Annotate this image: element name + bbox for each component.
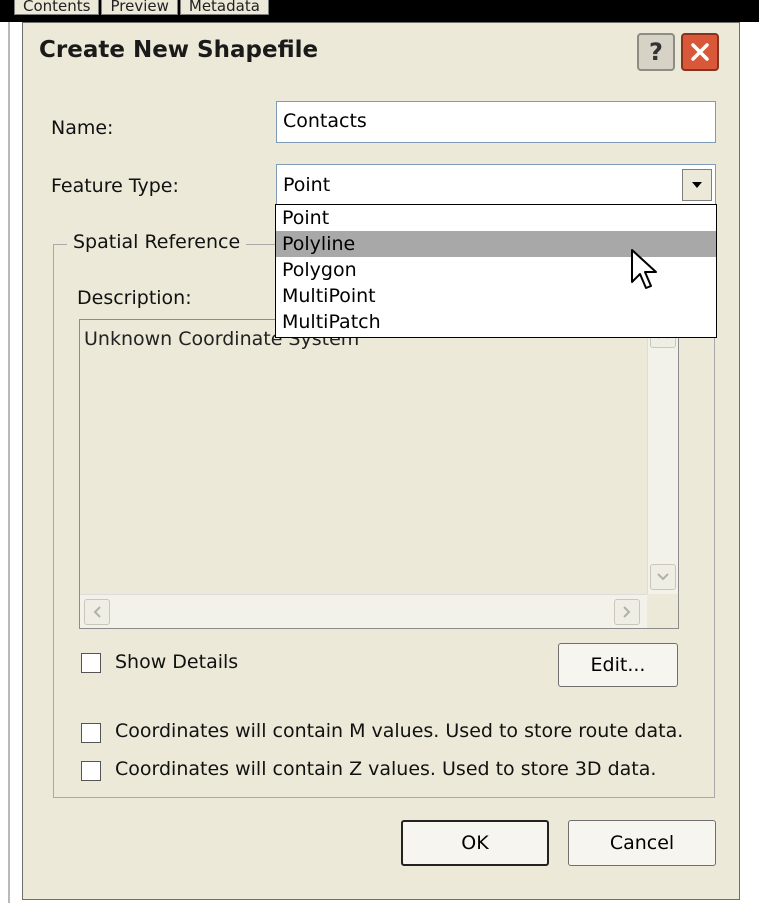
description-textbox[interactable]: Unknown Coordinate System	[79, 319, 679, 629]
z-values-label[interactable]: Coordinates will contain Z values. Used …	[115, 758, 656, 780]
scroll-right-button[interactable]	[614, 599, 640, 625]
show-details-label[interactable]: Show Details	[115, 651, 238, 673]
dialog-title-bar[interactable]: Create New Shapefile ?	[23, 23, 739, 83]
description-horizontal-scrollbar[interactable]	[80, 594, 647, 628]
background-right-pane	[740, 22, 759, 903]
dropdown-arrow-icon	[692, 182, 702, 188]
background-tab-metadata[interactable]: Metadata	[179, 0, 269, 15]
name-label: Name:	[51, 117, 114, 139]
background-left-pane	[0, 22, 22, 903]
background-left-divider	[8, 22, 10, 903]
show-details-checkbox[interactable]	[81, 653, 101, 673]
background-tab-strip: Contents Preview Metadata	[14, 0, 271, 20]
m-values-checkbox[interactable]	[81, 723, 101, 743]
description-vertical-scrollbar[interactable]	[647, 320, 678, 594]
description-label: Description:	[77, 287, 192, 309]
background-tab-contents[interactable]: Contents	[14, 0, 100, 15]
help-icon: ?	[649, 38, 663, 66]
feature-type-value: Point	[283, 174, 331, 196]
close-icon	[691, 43, 709, 61]
feature-type-option-multipatch[interactable]: MultiPatch	[276, 309, 716, 335]
name-input[interactable]: Contacts	[276, 101, 716, 143]
scroll-down-button[interactable]	[650, 564, 676, 590]
z-values-checkbox[interactable]	[81, 761, 101, 781]
feature-type-option-point[interactable]: Point	[276, 205, 716, 231]
feature-type-dropdown-button[interactable]	[682, 169, 712, 201]
ok-button[interactable]: OK	[401, 820, 549, 866]
background-tab-preview[interactable]: Preview	[101, 0, 178, 15]
scroll-down-icon	[657, 573, 669, 581]
feature-type-select[interactable]: Point	[276, 164, 716, 206]
scroll-left-button[interactable]	[84, 599, 110, 625]
m-values-label[interactable]: Coordinates will contain M values. Used …	[115, 720, 683, 742]
create-shapefile-dialog: Create New Shapefile ? Name: Contacts Fe…	[22, 22, 740, 900]
dialog-title: Create New Shapefile	[39, 37, 319, 63]
edit-button[interactable]: Edit...	[558, 643, 678, 687]
scroll-left-icon	[93, 606, 101, 618]
cancel-button[interactable]: Cancel	[568, 820, 716, 866]
spatial-reference-legend: Spatial Reference	[67, 231, 247, 253]
help-button[interactable]: ?	[637, 33, 675, 71]
close-button[interactable]	[681, 33, 719, 71]
mouse-cursor-icon	[631, 249, 657, 289]
scroll-right-icon	[623, 606, 631, 618]
feature-type-label: Feature Type:	[51, 175, 179, 197]
